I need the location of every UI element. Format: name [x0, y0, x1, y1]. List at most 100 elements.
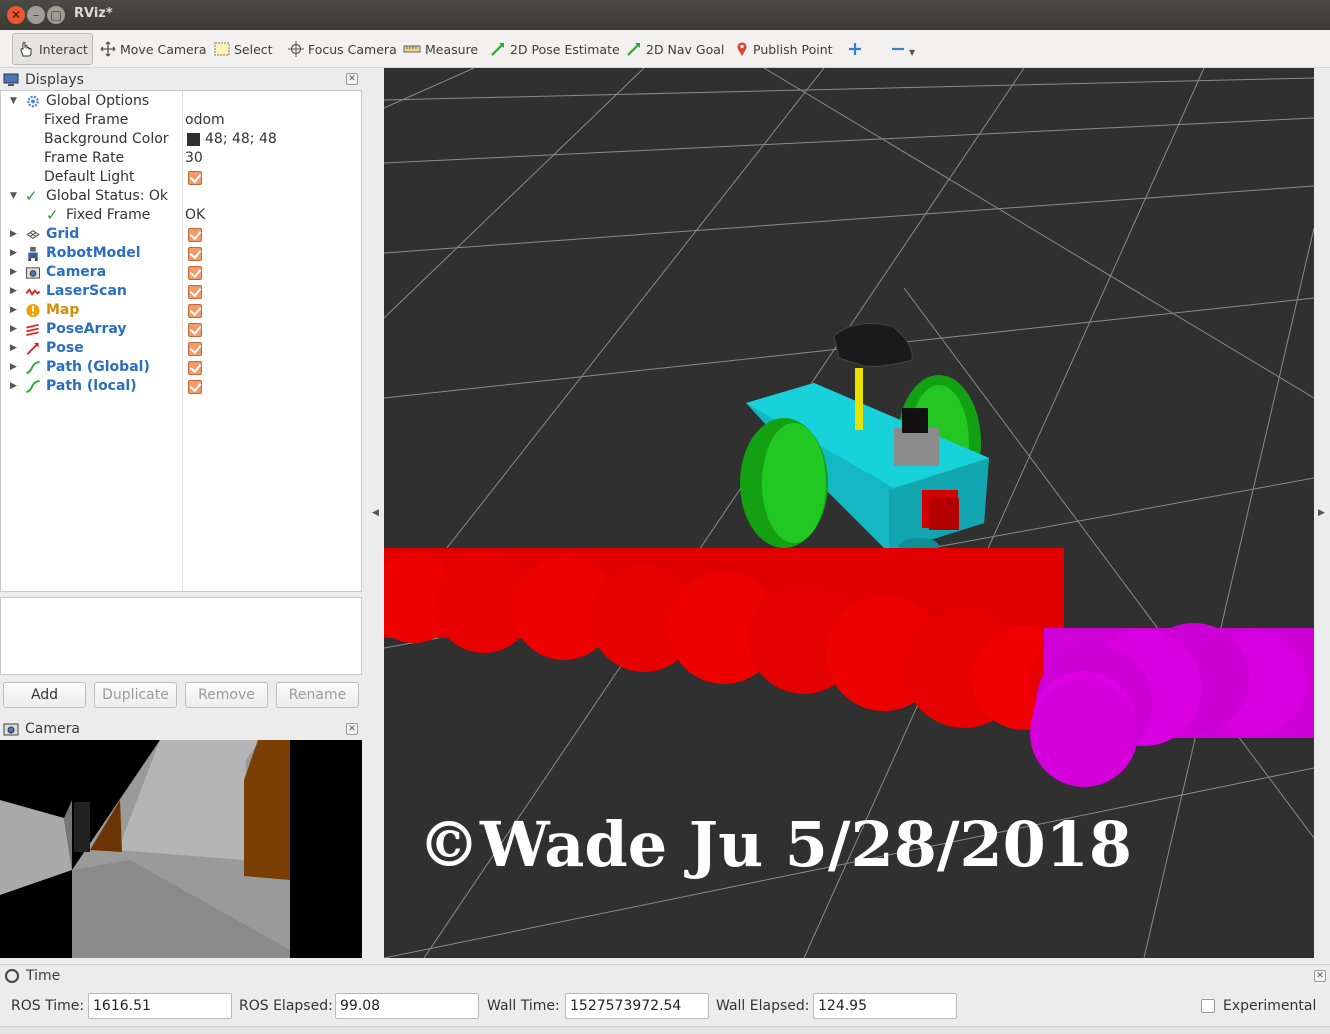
path-global-enabled-checkbox[interactable]: [188, 361, 202, 375]
camera-icon: [25, 267, 41, 279]
move-camera-tool-button[interactable]: Move Camera: [96, 33, 211, 65]
tree-label: Pose: [46, 340, 84, 356]
map-pin-icon: [737, 42, 747, 56]
tree-row-pose[interactable]: ▶ Pose: [1, 339, 361, 358]
toolbar: Interact Move Camera Select Focus Camera…: [0, 30, 1330, 68]
move-arrows-icon: [100, 41, 116, 57]
camera-enabled-checkbox[interactable]: [188, 266, 202, 280]
expand-arrow-icon[interactable]: ▶: [10, 282, 20, 301]
expand-arrow-icon[interactable]: ▶: [10, 225, 20, 244]
camera-image-view: [0, 740, 362, 958]
collapse-left-arrow-icon[interactable]: ◀: [372, 508, 379, 518]
ros-time-field[interactable]: 1616.51: [88, 993, 232, 1019]
fixed-frame-status-value: OK: [185, 207, 206, 223]
tree-row-grid[interactable]: ▶ Grid: [1, 225, 361, 244]
minimize-window-button[interactable]: –: [27, 6, 45, 24]
tree-label: LaserScan: [46, 283, 127, 299]
2d-pose-estimate-tool-button[interactable]: 2D Pose Estimate: [486, 33, 624, 65]
interact-tool-label: Interact: [39, 41, 88, 57]
global-path-markers: [384, 548, 1119, 730]
hand-cursor-icon: [20, 41, 32, 57]
tree-row-default-light[interactable]: Default Light: [1, 168, 361, 187]
frame-rate-value[interactable]: 30: [185, 149, 203, 168]
tree-row-robotmodel[interactable]: ▶ RobotModel: [1, 244, 361, 263]
tree-label: Fixed Frame: [44, 112, 129, 128]
expand-arrow-icon[interactable]: ▶: [10, 263, 20, 282]
tree-row-camera[interactable]: ▶ Camera: [1, 263, 361, 282]
select-tool-button[interactable]: Select: [210, 33, 277, 65]
camera-panel-header: Camera: [3, 718, 361, 740]
rename-display-button[interactable]: Rename: [276, 682, 359, 708]
wall-elapsed-field[interactable]: 124.95: [813, 993, 957, 1019]
close-camera-panel-button[interactable]: ✕: [346, 723, 358, 735]
local-path-markers: [1030, 623, 1314, 787]
render-3d-viewport[interactable]: ©Wade Ju 5/28/2018: [384, 68, 1314, 958]
pose-array-icon: [26, 323, 39, 336]
path-local-enabled-checkbox[interactable]: [188, 380, 202, 394]
tree-row-posearray[interactable]: ▶ PoseArray: [1, 320, 361, 339]
tree-row-map[interactable]: ▶ Map: [1, 301, 361, 320]
checkmark-icon: ✓: [46, 206, 59, 224]
add-tool-button[interactable]: [844, 33, 870, 65]
tree-row-fixed-frame[interactable]: Fixed Frame odom: [1, 111, 361, 130]
monitor-icon: [3, 73, 19, 86]
tree-label: Background Color: [44, 131, 169, 147]
map-enabled-checkbox[interactable]: [188, 304, 202, 318]
expand-arrow-icon[interactable]: ▶: [10, 301, 20, 320]
maximize-window-button[interactable]: □: [47, 6, 65, 24]
remove-tool-menu-button[interactable]: ▼: [887, 33, 919, 65]
tree-row-background-color[interactable]: Background Color 48; 48; 48: [1, 130, 361, 149]
expand-arrow-icon[interactable]: ▶: [10, 377, 20, 396]
wall-time-field[interactable]: 1527573972.54: [565, 993, 709, 1019]
chevron-down-icon: ▼: [909, 47, 916, 57]
measure-tool-button[interactable]: Measure: [399, 33, 482, 65]
duplicate-display-button[interactable]: Duplicate: [94, 682, 177, 708]
robot-icon: [28, 246, 38, 261]
expand-arrow-icon[interactable]: ▶: [10, 339, 20, 358]
expand-arrow-icon[interactable]: ▶: [10, 320, 20, 339]
background-color-value[interactable]: 48; 48; 48: [205, 130, 277, 149]
tree-row-laserscan[interactable]: ▶ LaserScan: [1, 282, 361, 301]
2d-nav-goal-tool-button[interactable]: 2D Nav Goal: [622, 33, 728, 65]
laser-scan-icon: [25, 287, 41, 296]
expand-arrow-icon[interactable]: ▼: [10, 187, 20, 206]
expand-arrow-icon[interactable]: ▶: [10, 244, 20, 263]
interact-tool-button[interactable]: Interact: [12, 33, 93, 65]
close-time-panel-button[interactable]: ✕: [1314, 970, 1326, 982]
pose-arrow-icon: [26, 342, 39, 355]
posearray-enabled-checkbox[interactable]: [188, 323, 202, 337]
gear-icon: [27, 95, 39, 108]
copyright-watermark: ©Wade Ju 5/28/2018: [418, 808, 1133, 881]
color-swatch[interactable]: [187, 133, 200, 146]
close-window-button[interactable]: ✕: [7, 6, 25, 24]
publish-point-tool-button[interactable]: Publish Point: [731, 33, 837, 65]
ros-elapsed-field[interactable]: 99.08: [335, 993, 479, 1019]
close-displays-panel-button[interactable]: ✕: [346, 73, 358, 85]
time-panel-title: Time: [26, 968, 61, 984]
expand-arrow-icon[interactable]: ▼: [10, 92, 20, 111]
camera-icon: [3, 723, 19, 736]
fixed-frame-value[interactable]: odom: [185, 111, 225, 130]
2d-pose-estimate-tool-label: 2D Pose Estimate: [510, 41, 620, 57]
displays-panel-title: Displays: [25, 72, 84, 88]
default-light-checkbox[interactable]: [188, 171, 202, 185]
tree-row-frame-rate[interactable]: Frame Rate 30: [1, 149, 361, 168]
pose-enabled-checkbox[interactable]: [188, 342, 202, 356]
collapse-right-arrow-icon[interactable]: ▶: [1318, 508, 1325, 518]
grid-enabled-checkbox[interactable]: [188, 228, 202, 242]
checkmark-icon: ✓: [25, 187, 38, 205]
path-icon: [26, 360, 40, 375]
expand-arrow-icon[interactable]: ▶: [10, 358, 20, 377]
tree-row-path-local[interactable]: ▶ Path (local): [1, 377, 361, 396]
robotmodel-enabled-checkbox[interactable]: [188, 247, 202, 261]
measure-tool-label: Measure: [425, 41, 479, 57]
focus-camera-tool-button[interactable]: Focus Camera: [284, 33, 401, 65]
tree-row-fixed-frame-status[interactable]: ✓ Fixed Frame OK: [1, 206, 361, 225]
tree-row-global-options[interactable]: ▼ Global Options: [1, 92, 361, 111]
laserscan-enabled-checkbox[interactable]: [188, 285, 202, 299]
tree-row-global-status[interactable]: ▼ ✓ Global Status: Ok: [1, 187, 361, 206]
remove-display-button[interactable]: Remove: [185, 682, 268, 708]
add-display-button[interactable]: Add: [3, 682, 86, 708]
tree-row-path-global[interactable]: ▶ Path (Global): [1, 358, 361, 377]
experimental-checkbox[interactable]: [1201, 999, 1215, 1013]
